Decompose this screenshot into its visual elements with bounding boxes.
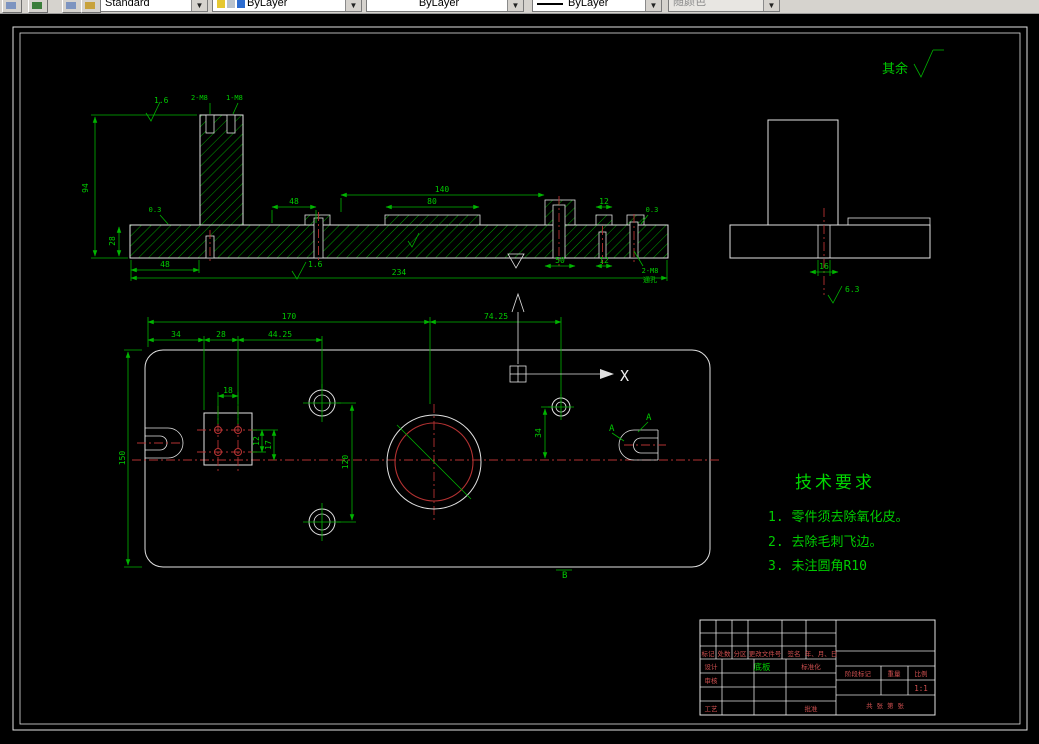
chevron-down-icon[interactable]: ▼ bbox=[507, 0, 523, 11]
toolbar: Standard ▼ ByLayer ▼ ByLayer ▼ ByLayer ▼… bbox=[0, 0, 1039, 14]
section-marker: A bbox=[609, 424, 615, 434]
dim-label: 1.6 bbox=[308, 260, 323, 269]
tech-item: 2. 去除毛刺飞边。 bbox=[768, 535, 882, 550]
dim-label: 28 bbox=[216, 330, 226, 339]
title-block: 标记 处数 分区 更改文件号 签名 年、月、日 设计 标准化 审核 工艺 批准 … bbox=[699, 619, 936, 716]
ucs-icon: X bbox=[507, 253, 629, 385]
layer-properties-icon[interactable] bbox=[81, 0, 101, 13]
dim-label: 234 bbox=[392, 268, 407, 277]
dim-label: 44.25 bbox=[268, 330, 292, 339]
layer-value: ByLayer bbox=[247, 0, 288, 9]
dim-label: 12 bbox=[599, 197, 609, 206]
dim-label: 17 bbox=[264, 440, 273, 450]
part-name: 底板 bbox=[753, 662, 771, 673]
thread-callout: 通孔 bbox=[643, 275, 657, 284]
titleblock-label: 批准 bbox=[805, 704, 819, 713]
dim-label: 50 bbox=[555, 256, 565, 265]
titleblock-label: 标记 bbox=[702, 649, 716, 658]
text-style-combo[interactable]: Standard ▼ bbox=[100, 0, 208, 12]
titleblock-label: 处数 bbox=[718, 649, 732, 658]
layer-combo[interactable]: ByLayer ▼ bbox=[212, 0, 362, 12]
titleblock-label: 设计 bbox=[705, 662, 719, 671]
layer-color-icon bbox=[237, 0, 245, 8]
layers-icon[interactable] bbox=[62, 0, 82, 13]
dim-label: 12 bbox=[599, 256, 609, 265]
layer-on-icon bbox=[217, 0, 225, 8]
linetype-combo[interactable]: ByLayer ▼ bbox=[532, 0, 662, 12]
chevron-down-icon[interactable]: ▼ bbox=[191, 0, 207, 11]
plan-view: 170 74.25 34 28 44.25 150 120 34 18 12 1… bbox=[118, 312, 722, 581]
section-marker: B bbox=[562, 571, 567, 581]
plot-style-combo[interactable]: 随颜色 ▼ bbox=[668, 0, 780, 12]
chamfer-label: 0.3 bbox=[149, 206, 162, 214]
dim-label: 34 bbox=[171, 330, 181, 339]
thread-callout: 2-M8 bbox=[191, 94, 208, 102]
titleblock-label: 比例 bbox=[915, 669, 928, 678]
chevron-down-icon[interactable]: ▼ bbox=[345, 0, 361, 11]
thread-callout: 2-M8 bbox=[642, 267, 659, 275]
tech-title: 技术要求 bbox=[795, 473, 875, 493]
layer-lock-icon bbox=[227, 0, 235, 8]
frame-border bbox=[12, 26, 1028, 731]
thread-callout: 1-M8 bbox=[226, 94, 243, 102]
dim-label: 74.25 bbox=[484, 312, 508, 321]
surface-finish-note: 其余 bbox=[882, 49, 944, 78]
plot-style-value: 随颜色 bbox=[673, 0, 706, 8]
chevron-down-icon[interactable]: ▼ bbox=[645, 0, 661, 11]
x-axis-label: X bbox=[620, 367, 629, 385]
titleblock-label: 分区 bbox=[734, 649, 748, 658]
drawing-canvas[interactable]: 1.6 2-M8 1-M8 94 28 48 80 140 12 48 1.6 … bbox=[0, 0, 1039, 744]
dim-label: 80 bbox=[427, 197, 437, 206]
cad-window: Standard ▼ ByLayer ▼ ByLayer ▼ ByLayer ▼… bbox=[0, 0, 1039, 744]
side-view: 16 6.3 bbox=[729, 119, 931, 304]
chamfer-label: 0.3 bbox=[646, 206, 659, 214]
sheet-info: 共 张 第 张 bbox=[866, 701, 904, 710]
dim-label: 28 bbox=[108, 236, 117, 246]
dim-label: 16 bbox=[819, 262, 829, 271]
dim-label: 48 bbox=[160, 260, 170, 269]
dim-label: 170 bbox=[282, 312, 297, 321]
chevron-down-icon[interactable]: ▼ bbox=[763, 0, 779, 11]
rest-label: 其余 bbox=[882, 61, 908, 77]
roughness-label: 6.3 bbox=[845, 285, 860, 294]
titleblock-label: 签名 bbox=[788, 649, 801, 658]
text-style-value: Standard bbox=[105, 0, 150, 9]
titleblock-label: 阶段标记 bbox=[845, 669, 872, 678]
titleblock-label: 标准化 bbox=[801, 662, 821, 671]
tech-item: 3. 未注圆角R10 bbox=[768, 559, 867, 574]
dim-label: 94 bbox=[81, 183, 90, 193]
color-value: ByLayer bbox=[418, 0, 460, 9]
dim-label: 48 bbox=[289, 197, 299, 206]
titleblock-label: 年、月、日 bbox=[805, 649, 838, 658]
section-marker: A bbox=[646, 413, 652, 423]
titleblock-label: 重量 bbox=[888, 670, 902, 678]
toolbar-icon[interactable] bbox=[2, 0, 22, 13]
dim-label: 120 bbox=[341, 455, 350, 470]
linetype-value: ByLayer bbox=[568, 0, 609, 9]
titleblock-label: 工艺 bbox=[705, 705, 719, 713]
titleblock-label: 审核 bbox=[705, 676, 719, 685]
tech-requirements: 技术要求 1. 零件须去除氧化皮。 2. 去除毛刺飞边。 3. 未注圆角R10 bbox=[768, 473, 908, 574]
scale-value: 1:1 bbox=[914, 684, 928, 693]
section-view: 1.6 2-M8 1-M8 94 28 48 80 140 12 48 1.6 … bbox=[81, 94, 669, 284]
toolbar-icon[interactable] bbox=[28, 0, 48, 13]
dim-label: 1.6 bbox=[154, 96, 169, 105]
dim-label: 34 bbox=[534, 428, 543, 438]
titleblock-label: 更改文件号 bbox=[749, 649, 782, 658]
dim-label: 150 bbox=[118, 451, 127, 466]
color-combo[interactable]: ByLayer ▼ bbox=[366, 0, 524, 12]
linetype-sample bbox=[537, 3, 563, 5]
dim-label: 140 bbox=[435, 185, 450, 194]
dim-label: 18 bbox=[223, 386, 233, 395]
dim-label: 12 bbox=[252, 436, 261, 446]
tech-item: 1. 零件须去除氧化皮。 bbox=[768, 510, 908, 525]
